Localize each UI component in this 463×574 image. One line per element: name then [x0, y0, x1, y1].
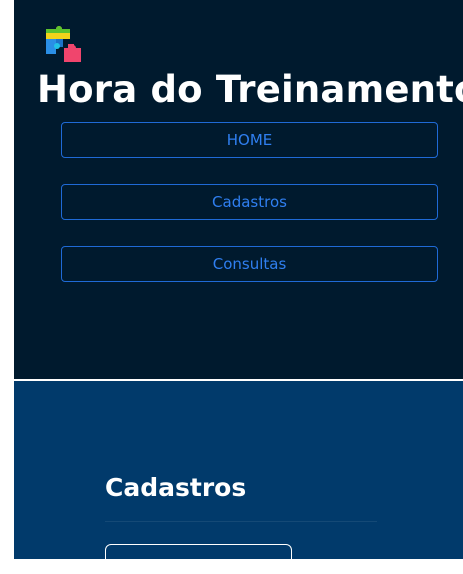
form-card	[105, 544, 292, 574]
app-title: Hora do Treinamento	[37, 68, 463, 111]
section-title: Cadastros	[105, 473, 247, 502]
section-divider-rule	[105, 521, 377, 522]
nav-home-button[interactable]: HOME	[61, 122, 438, 158]
nav-cadastros-button[interactable]: Cadastros	[61, 184, 438, 220]
puzzle-icon[interactable]	[44, 26, 84, 64]
main-content: Cadastros	[14, 381, 463, 574]
nav-consultas-button[interactable]: Consultas	[61, 246, 438, 282]
sidebar: Hora do Treinamento HOME Cadastros Consu…	[14, 0, 463, 379]
